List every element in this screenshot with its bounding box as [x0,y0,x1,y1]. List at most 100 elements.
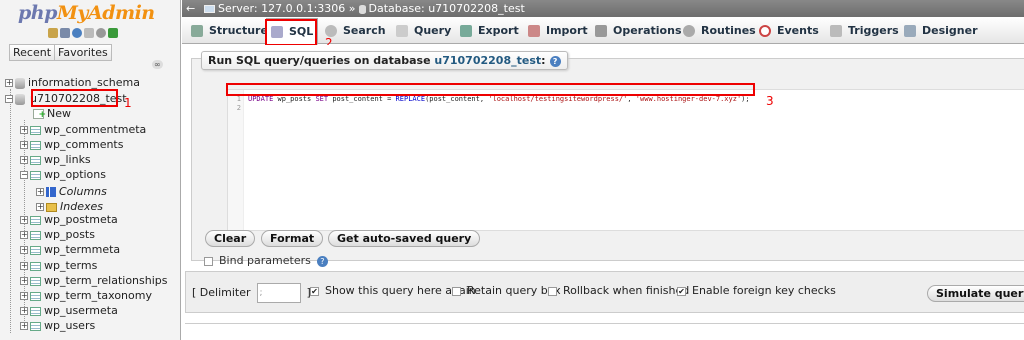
format-button[interactable]: Format [261,230,324,247]
tab-import[interactable]: Import [528,17,588,44]
expand-icon[interactable]: + [20,126,28,134]
expand-icon[interactable]: + [20,141,28,149]
tab-routines[interactable]: Routines [683,17,756,44]
table-icon [30,140,41,150]
sql-editor[interactable]: 12 UPDATE wp_posts SET post_content = RE… [227,89,1024,231]
tree-table[interactable]: − wp_options [20,167,106,182]
bind-parameters-checkbox[interactable] [204,256,213,266]
tab-triggers[interactable]: Triggers [830,17,899,44]
database-link[interactable]: u710702208_test [434,54,541,67]
main-content: Run SQL query/queries on database u71070… [182,45,1024,340]
annotation-box-1 [31,89,118,107]
indexes-icon [46,202,57,212]
tree-table[interactable]: + wp_users [20,318,95,333]
tree-table[interactable]: + wp_termmeta [20,242,120,257]
tab-favorites[interactable]: Favorites [54,44,112,61]
tree-db-information-schema[interactable]: + information_schema [5,75,140,90]
expand-icon[interactable]: + [20,322,28,330]
expand-icon[interactable]: + [20,216,28,224]
get-auto-saved-query-button[interactable]: Get auto-saved query [328,230,481,247]
tab-query[interactable]: Query [396,17,451,44]
table-icon [30,276,41,286]
tree-table[interactable]: + wp_terms [20,258,97,273]
rollback-checkbox[interactable] [548,286,557,296]
clock-icon [759,25,771,37]
link-collapse-icon[interactable]: ∞ [152,60,163,69]
recent-favorites-tabs: Recent Favorites [9,44,112,61]
database-icon [15,77,25,89]
expand-icon[interactable]: + [20,246,28,254]
breadcrumb: Server: 127.0.0.1:3306 » Database: u71070… [204,0,525,17]
expand-icon[interactable]: + [5,79,13,87]
export-icon [460,25,472,37]
tab-recent[interactable]: Recent [9,44,56,61]
breadcrumb-bar: ← Server: 127.0.0.1:3306 » Database: u710… [182,0,1024,17]
expand-icon[interactable]: + [36,203,44,211]
nav-toolbar [48,28,118,38]
logout-icon[interactable] [60,28,70,38]
tree-new-table[interactable]: New [33,106,71,123]
phpmyadmin-logo[interactable]: phpMyAdmin [18,2,155,24]
expand-icon[interactable]: + [20,277,28,285]
table-icon [30,321,41,331]
table-icon [30,306,41,316]
bind-parameters-label[interactable]: Bind parameters [219,254,311,267]
breadcrumb-database[interactable]: Database: u710702208_test [369,2,525,15]
help-icon[interactable] [72,28,82,38]
home-icon[interactable] [48,28,58,38]
structure-icon [191,25,203,37]
expand-icon[interactable]: + [20,156,28,164]
line-numbers: 12 [228,90,244,230]
expand-icon[interactable]: + [20,307,28,315]
database-icon [358,4,366,14]
foreign-key-checkbox[interactable]: ✔ [677,286,686,296]
tab-operations[interactable]: Operations [595,17,682,44]
tree-table[interactable]: + wp_usermeta [20,303,118,318]
collapse-icon[interactable]: − [20,171,28,179]
simulate-query-button[interactable]: Simulate query [927,285,1024,302]
tree-table[interactable]: + wp_postmeta [20,212,118,227]
table-icon [30,215,41,225]
wrench-icon [595,25,607,37]
table-icon [30,230,41,240]
foreign-key-option[interactable]: ✔ Enable foreign key checks [677,284,836,297]
help-icon[interactable]: ? [549,55,561,67]
show-query-checkbox[interactable]: ✔ [310,286,319,296]
settings-gear-icon[interactable] [96,28,106,38]
query-options-bar: [ Delimiter;] ✔ Show this query here agai… [185,271,1024,313]
delimiter-input[interactable]: ; [256,283,301,303]
tree-table[interactable]: + wp_posts [20,227,95,242]
tree-table[interactable]: + wp_links [20,152,91,167]
collapse-icon[interactable]: − [5,95,13,103]
breadcrumb-server[interactable]: Server: 127.0.0.1:3306 [218,2,345,15]
tab-structure[interactable]: Structure [191,17,268,44]
expand-icon[interactable]: + [20,292,28,300]
clear-button[interactable]: Clear [205,230,256,247]
tab-search[interactable]: Search [325,17,386,44]
columns-icon [46,187,56,197]
tab-events[interactable]: Events [759,17,819,44]
tree-table[interactable]: + wp_commentmeta [20,122,146,137]
tree-table[interactable]: + wp_term_taxonomy [20,288,152,303]
sql-code[interactable]: UPDATE wp_posts SET post_content = REPLA… [248,95,750,104]
docs-icon[interactable] [84,28,94,38]
server-icon [204,5,215,13]
annotation-box-3 [226,83,755,96]
tab-export[interactable]: Export [460,17,519,44]
show-query-option[interactable]: ✔ Show this query here again [310,284,476,297]
expand-icon[interactable]: + [36,188,44,196]
table-icon [30,170,41,180]
tree-columns[interactable]: + Columns [36,184,107,199]
expand-icon[interactable]: + [20,262,28,270]
expand-icon[interactable]: + [20,231,28,239]
reload-icon[interactable] [108,28,118,38]
back-arrow-icon[interactable]: ← [186,0,195,17]
tree-table[interactable]: + wp_comments [20,137,123,152]
help-icon[interactable]: ? [316,255,328,267]
tree-table[interactable]: + wp_term_relationships [20,273,168,288]
retain-query-box-checkbox[interactable] [452,286,461,296]
tab-designer[interactable]: Designer [904,17,978,44]
retain-query-box-option[interactable]: Retain query box [452,284,561,297]
routines-icon [683,25,695,37]
rollback-option[interactable]: Rollback when finished [548,284,689,297]
